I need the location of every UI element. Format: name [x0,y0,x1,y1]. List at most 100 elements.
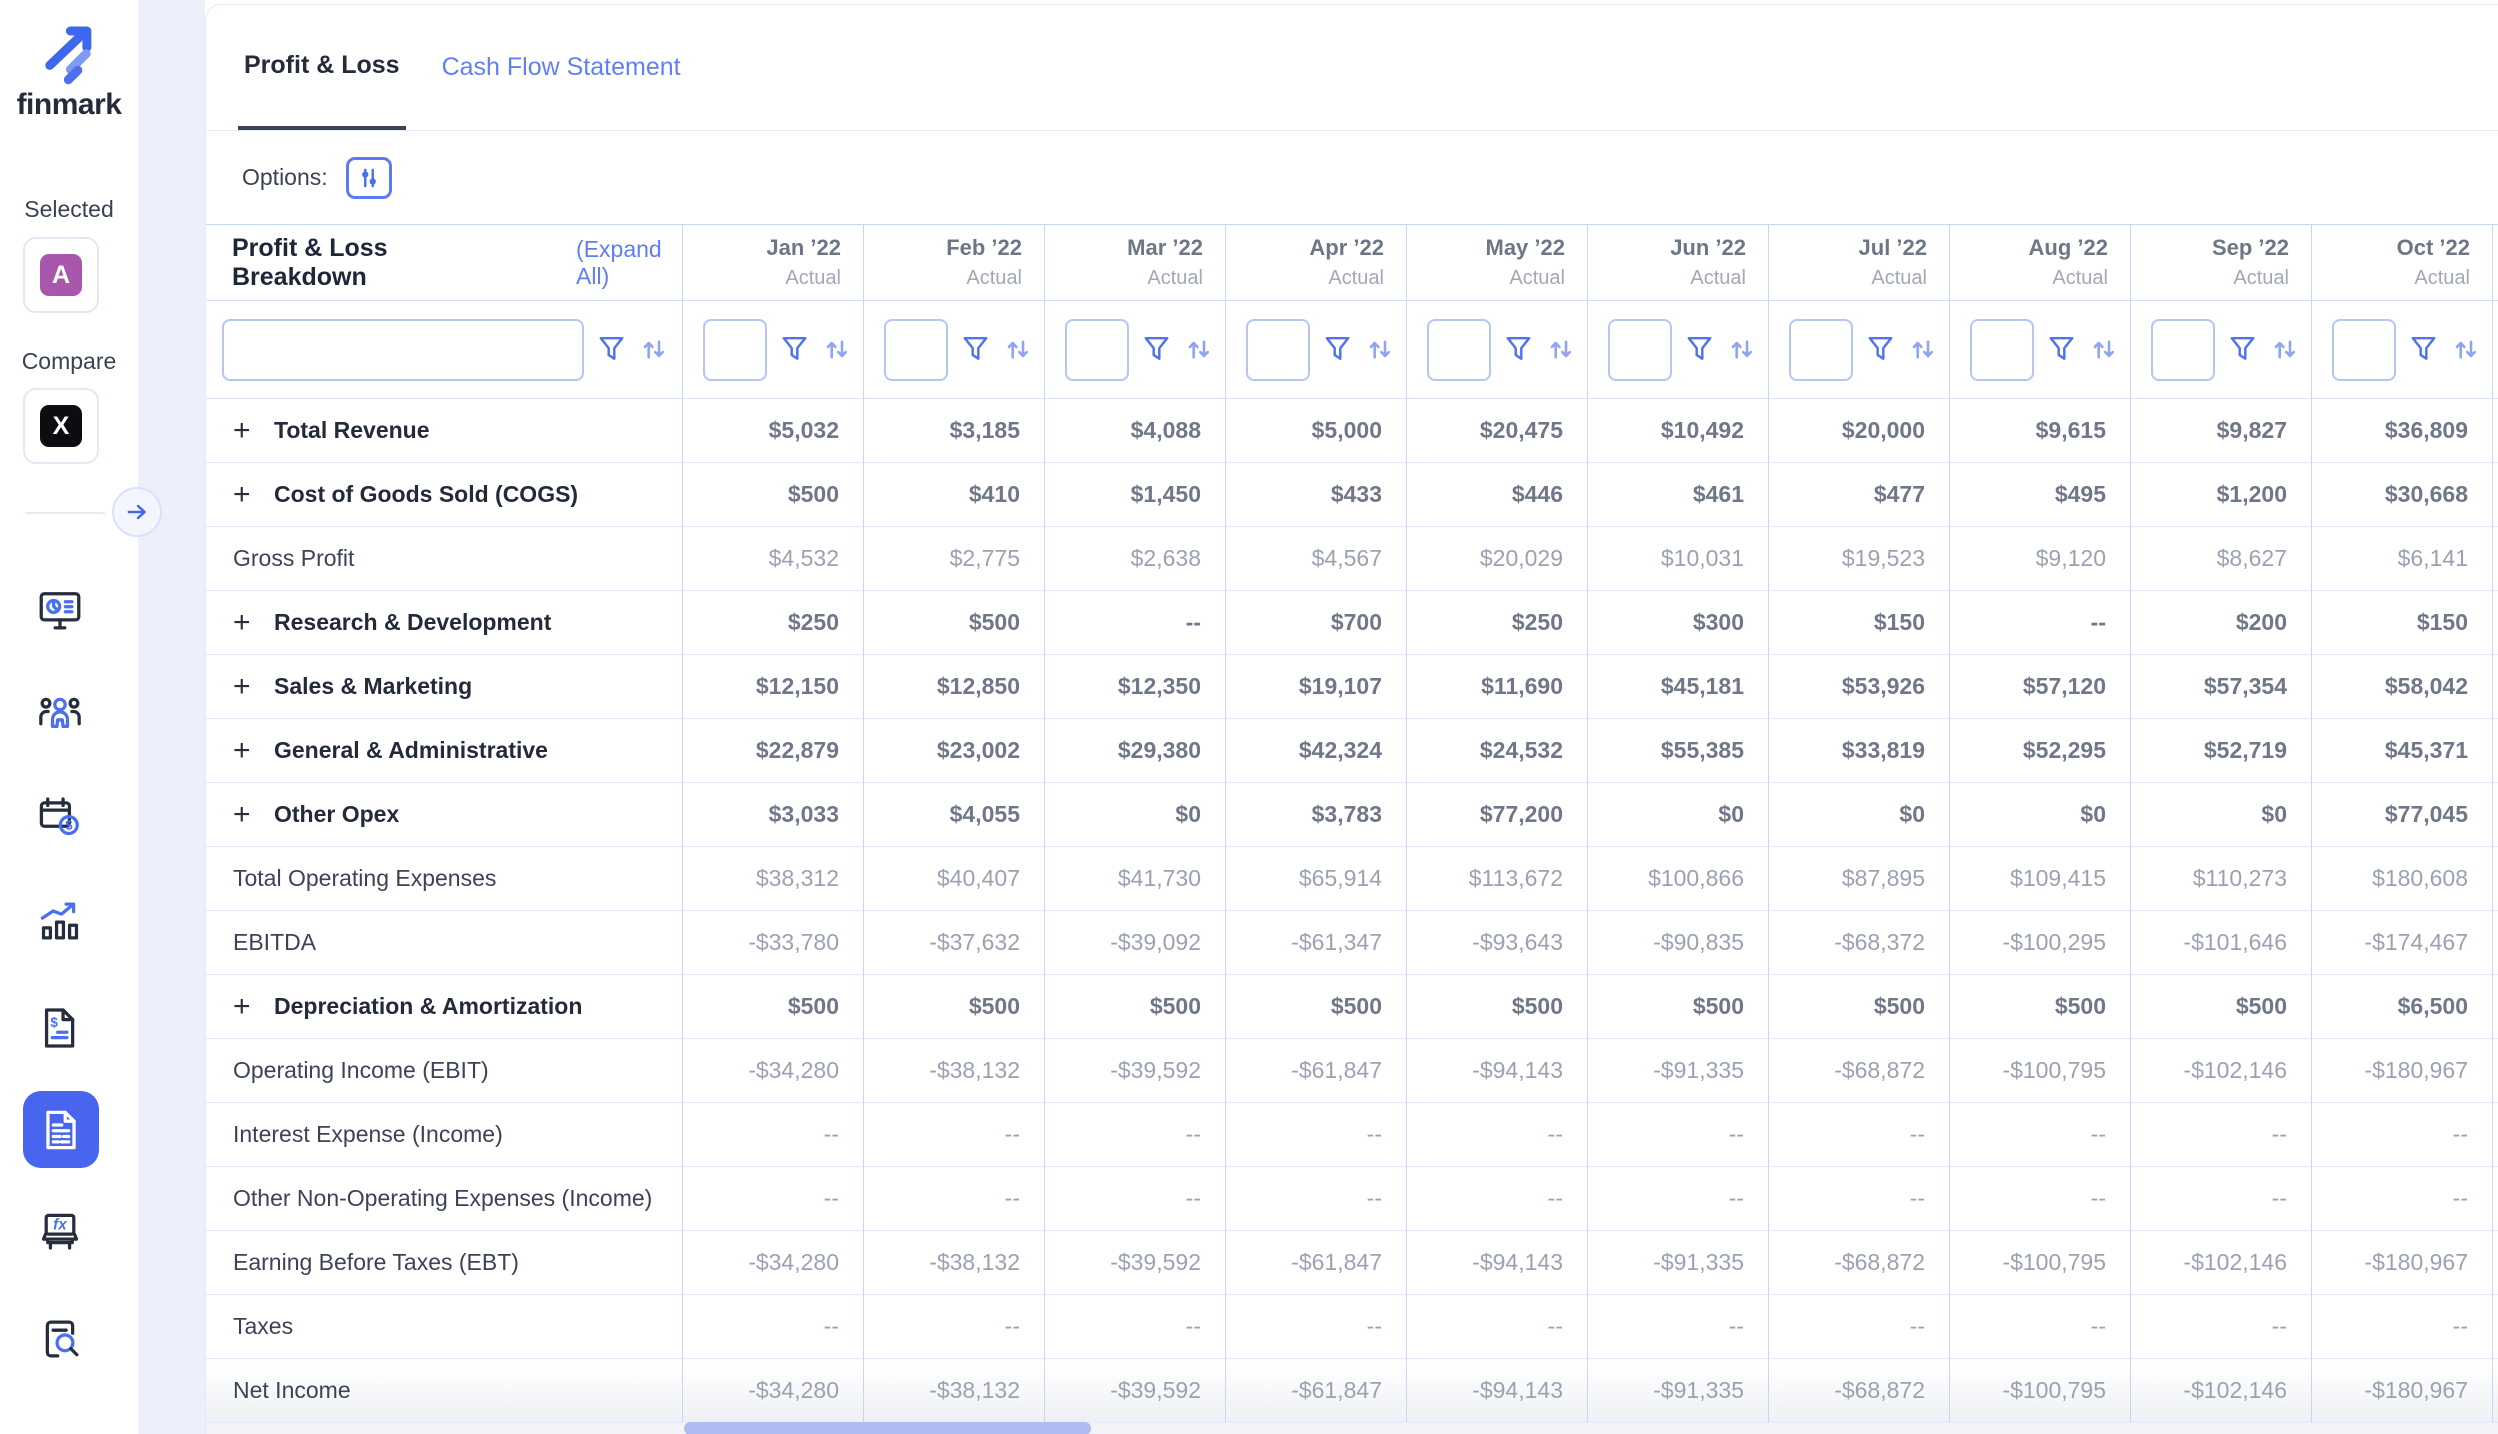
value-cell: $12,350 [1045,655,1226,719]
sidebar-expand-button[interactable] [112,487,162,537]
value-cell: $433 [1226,463,1407,527]
scenario-label: Actual [2052,266,2108,290]
value-cell: $10,031 [1588,527,1769,591]
expand-plus-icon[interactable]: + [233,994,259,1020]
value-cell: $1,450 [1045,463,1226,527]
column-filter-input-0[interactable] [703,319,767,381]
filter-icon[interactable] [2048,335,2075,365]
sort-icon[interactable] [1727,334,1758,365]
row-search-input[interactable] [222,319,584,381]
scrollbar-thumb[interactable] [684,1422,1091,1434]
sort-icon[interactable] [2270,334,2301,365]
expand-plus-icon[interactable]: + [233,802,259,828]
brand-logo[interactable]: finmark [0,20,138,122]
value-cell: $113,672 [1407,847,1588,911]
value-cell: -- [2312,1103,2493,1167]
column-filter-input-4[interactable] [1427,319,1491,381]
value-cell: $0 [1045,783,1226,847]
filter-icon[interactable] [781,335,808,365]
column-filter-input-9[interactable] [2332,319,2396,381]
row-spacer [2493,911,2498,975]
column-filter-input-8[interactable] [2151,319,2215,381]
value-cell: -- [1045,591,1226,655]
expand-plus-icon[interactable]: + [233,418,259,444]
nav-headcount[interactable] [37,690,83,736]
compare-avatar[interactable]: X [40,405,82,447]
filter-icon[interactable] [598,335,625,365]
expand-all-link[interactable]: (Expand All) [576,236,682,290]
sort-icon[interactable] [2089,334,2120,365]
table-title: Profit & Loss Breakdown [232,234,486,292]
nav-formulas[interactable]: fx [37,1210,83,1256]
column-filter-input-1[interactable] [884,319,948,381]
filter-icon[interactable] [2229,335,2256,365]
nav-audit-search[interactable] [37,1316,83,1362]
value-cell: $9,615 [1950,399,2131,463]
sort-icon[interactable] [1365,334,1396,365]
filter-icon[interactable] [962,335,989,365]
column-filter-input-6[interactable] [1789,319,1853,381]
filter-icon[interactable] [2410,335,2437,365]
bar-chart-trend-icon [37,898,83,944]
row-label-cell: +Total Revenue [206,399,683,463]
filter-icon[interactable] [1505,335,1532,365]
sort-icon[interactable] [639,334,670,365]
nav-metrics[interactable] [37,898,83,944]
expand-plus-icon[interactable]: + [233,482,259,508]
nav-expenses[interactable]: $ [37,794,83,840]
sort-icon[interactable] [1003,334,1034,365]
filter-icon[interactable] [1143,335,1170,365]
formula-desk-icon: fx [37,1210,83,1256]
month-header-3: Apr ’22Actual [1226,224,1407,301]
expand-plus-icon[interactable]: + [233,610,259,636]
sort-icon[interactable] [822,334,853,365]
row-spacer [2493,1359,2498,1423]
filter-icon[interactable] [1324,335,1351,365]
value-cell: -$180,967 [2312,1231,2493,1295]
value-cell: -$38,132 [864,1039,1045,1103]
row-spacer [2493,463,2498,527]
month-label: Aug ’22 [2029,235,2108,261]
column-filter-input-2[interactable] [1065,319,1129,381]
row-label-cell: Total Operating Expenses [206,847,683,911]
value-cell: $250 [683,591,864,655]
nav-financial-statements[interactable] [23,1091,99,1168]
expand-plus-icon[interactable]: + [233,738,259,764]
selected-avatar[interactable]: A [40,254,82,296]
expand-plus-icon[interactable]: + [233,674,259,700]
value-cell: -- [2312,1295,2493,1359]
value-cell: -$102,146 [2131,1231,2312,1295]
nav-revenue[interactable]: $ [37,1005,83,1051]
row-label: General & Administrative [274,737,548,764]
value-cell: -- [1950,591,2131,655]
horizontal-scrollbar[interactable] [206,1423,2498,1434]
month-label: Apr ’22 [1309,235,1384,261]
filter-icon[interactable] [1686,335,1713,365]
column-filter-input-5[interactable] [1608,319,1672,381]
tab-cash-flow-statement[interactable]: Cash Flow Statement [436,5,687,130]
filter-icon[interactable] [1867,335,1894,365]
column-filter-input-3[interactable] [1246,319,1310,381]
selected-scenario-card[interactable]: A [23,237,99,313]
value-cell: $500 [1226,975,1407,1039]
sort-icon[interactable] [1908,334,1939,365]
value-cell: $19,107 [1226,655,1407,719]
sort-icon[interactable] [1184,334,1215,365]
tab-profit-and-loss[interactable]: Profit & Loss [238,5,406,130]
value-cell: -$68,872 [1769,1231,1950,1295]
value-cell: $10,492 [1588,399,1769,463]
value-cell: $495 [1950,463,2131,527]
nav-dashboard[interactable] [37,588,83,634]
value-cell: $500 [864,975,1045,1039]
compare-scenario-card[interactable]: X [23,388,99,464]
value-cell: $22,879 [683,719,864,783]
row-label-cell: Gross Profit [206,527,683,591]
value-cell: -$91,335 [1588,1359,1769,1423]
sort-icon[interactable] [1546,334,1577,365]
options-button[interactable] [346,157,392,199]
value-cell: -$94,143 [1407,1039,1588,1103]
column-filter-input-7[interactable] [1970,319,2034,381]
value-cell: $250 [1407,591,1588,655]
sort-icon[interactable] [2451,334,2482,365]
value-cell: $150 [2312,591,2493,655]
